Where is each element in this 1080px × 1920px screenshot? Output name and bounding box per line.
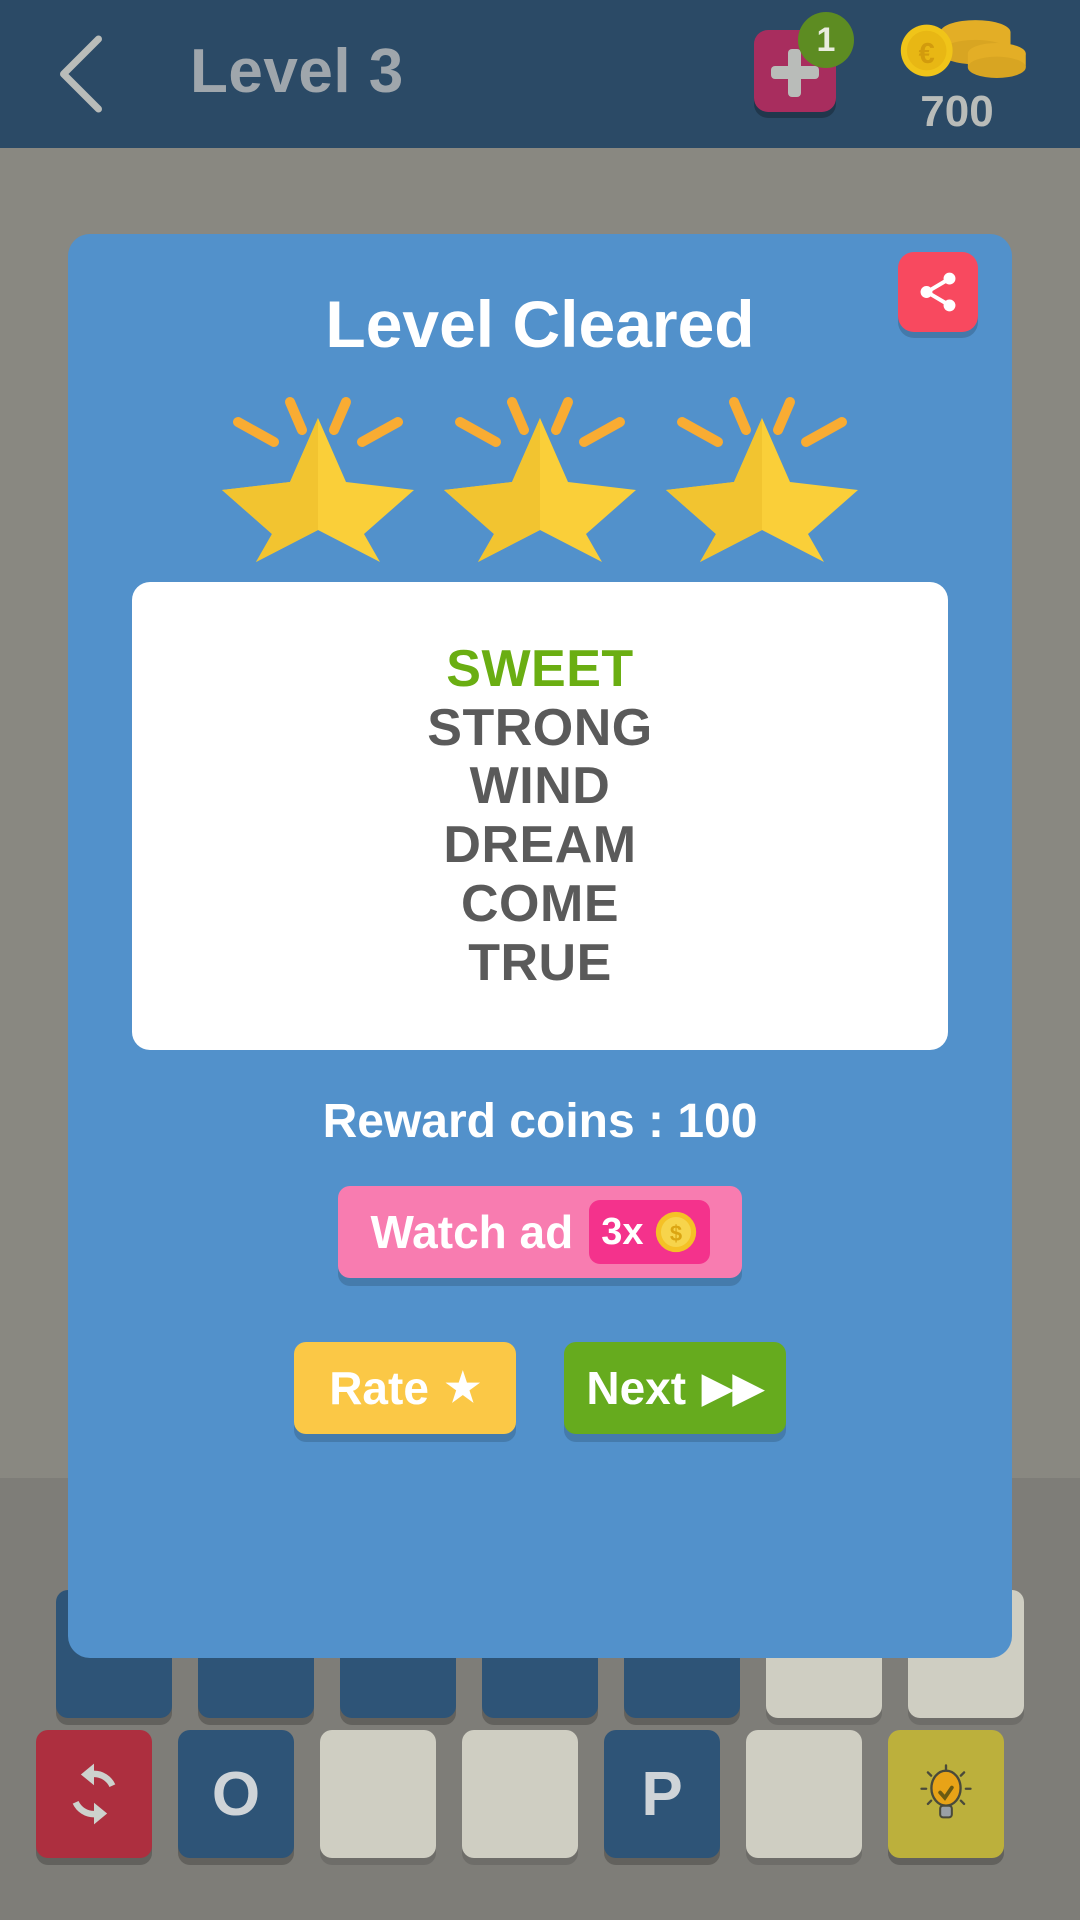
add-coins-badge: 1 (798, 12, 854, 68)
solved-word: WIND (469, 757, 611, 816)
letter-tile-label: O (211, 1759, 261, 1829)
app-header: Level 3 1 € 700 (0, 0, 1080, 148)
svg-text:$: $ (669, 1221, 681, 1246)
dialog-action-row: Rate ★ Next ▶▶ (68, 1342, 1012, 1434)
svg-text:€: € (918, 38, 934, 70)
hint-button[interactable] (888, 1730, 1004, 1858)
level-cleared-dialog: Level Cleared SWEET STRONG WIND DREAM CO… (68, 234, 1012, 1658)
solved-words-panel: SWEET STRONG WIND DREAM COME TRUE (132, 582, 948, 1050)
rate-button-label: Rate (329, 1362, 429, 1414)
back-button[interactable] (46, 32, 116, 116)
plus-icon-bar (788, 49, 801, 97)
next-button-label: Next (586, 1362, 687, 1414)
letter-tile[interactable] (462, 1730, 578, 1858)
letter-tile[interactable]: P (604, 1730, 720, 1858)
page-title: Level 3 (190, 37, 404, 106)
coin-icon: $ (655, 1211, 696, 1253)
fast-forward-icon: ▶▶ (702, 1366, 764, 1410)
star-icon (222, 397, 414, 562)
watch-ad-label: Watch ad (370, 1206, 574, 1258)
solved-word: DREAM (443, 816, 637, 874)
star-icon (444, 397, 636, 562)
letter-tile[interactable] (320, 1730, 436, 1858)
solved-word: TRUE (468, 933, 612, 992)
lightbulb-hint-icon (920, 1764, 972, 1819)
solved-word: COME (461, 874, 619, 933)
rate-button[interactable]: Rate ★ (294, 1342, 516, 1434)
letter-tile[interactable]: O (178, 1730, 294, 1858)
next-button[interactable]: Next ▶▶ (564, 1342, 786, 1434)
star-icon: ★ (444, 1366, 481, 1410)
share-icon (920, 272, 956, 312)
refresh-icon (72, 1763, 116, 1825)
letter-tile[interactable] (746, 1730, 862, 1858)
letter-tile-row: O P (36, 1730, 1004, 1858)
coin-balance[interactable]: € 700 (872, 14, 1042, 137)
coin-stack-icon: € (900, 20, 1026, 78)
reward-coins-label: Reward coins : 100 (322, 1095, 758, 1148)
coin-count-label: 700 (920, 87, 994, 136)
star-icon (666, 397, 858, 562)
watch-ad-button[interactable]: Watch ad 3x $ (338, 1186, 742, 1278)
solved-word: SWEET (446, 639, 634, 698)
dialog-title: Level Cleared (325, 287, 755, 361)
shuffle-button[interactable] (36, 1730, 152, 1858)
game-screen: O P Level 3 1 € 700 Level Cleared SWEET … (0, 0, 1080, 1920)
watch-ad-multiplier-badge: 3x $ (589, 1200, 710, 1264)
share-button[interactable] (898, 252, 978, 332)
star-rating (68, 362, 1012, 562)
solved-word: STRONG (427, 698, 653, 757)
watch-ad-multiplier: 3x (601, 1210, 644, 1253)
letter-tile-label: P (641, 1759, 683, 1829)
